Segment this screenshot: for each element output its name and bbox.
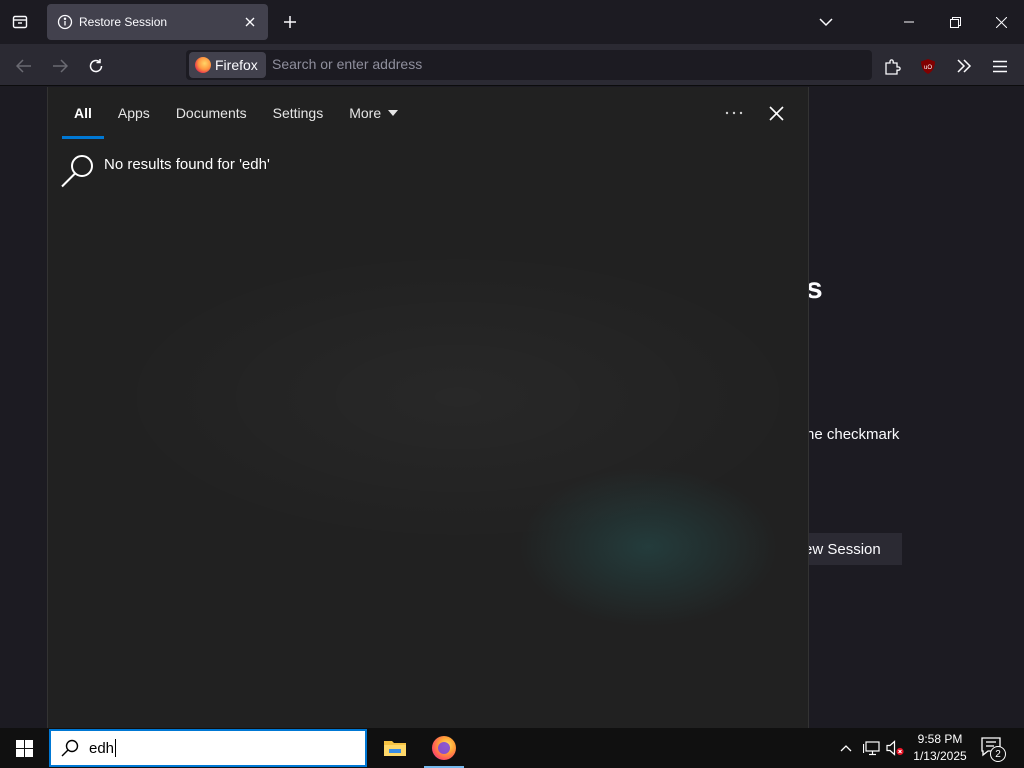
show-hidden-icons-button[interactable] — [836, 728, 856, 768]
back-button[interactable] — [10, 52, 38, 80]
close-icon — [245, 17, 255, 27]
firefox-view-button[interactable] — [8, 10, 32, 34]
page-description: he checkmark — [806, 426, 900, 443]
restore-window-icon — [949, 16, 961, 28]
folder-icon — [384, 741, 406, 756]
tab-close-button[interactable] — [238, 10, 262, 34]
list-all-tabs-button[interactable] — [814, 10, 838, 34]
tab-title: Restore Session — [79, 15, 168, 29]
more-options-button[interactable] — [720, 101, 748, 125]
restore-window-button[interactable] — [932, 0, 978, 44]
tab-settings-label: Settings — [272, 105, 324, 121]
tab-all[interactable]: All — [61, 87, 105, 139]
chevron-up-icon — [840, 745, 852, 752]
tab-documents[interactable]: Documents — [163, 87, 260, 139]
plus-icon — [284, 16, 296, 28]
network-tray-button[interactable] — [860, 728, 882, 768]
new-tab-button[interactable] — [278, 10, 302, 34]
close-icon — [768, 105, 784, 121]
identity-box[interactable]: Firefox — [189, 52, 266, 78]
taskbar: edh 9:58 PM 1/13/2025 2 — [0, 728, 1024, 768]
close-window-button[interactable] — [978, 0, 1024, 44]
firefox-logo-icon — [195, 57, 211, 73]
reload-button[interactable] — [82, 52, 110, 80]
close-search-button[interactable] — [762, 99, 790, 127]
text-cursor — [115, 739, 117, 757]
tab-restore-session[interactable]: Restore Session — [47, 4, 268, 40]
ellipsis-icon — [725, 111, 743, 115]
ublock-origin-button[interactable]: uO — [914, 52, 942, 80]
clock-date: 1/13/2025 — [913, 749, 967, 763]
minimize-icon — [904, 21, 914, 23]
arrow-right-icon — [53, 59, 68, 73]
close-icon — [995, 16, 1007, 28]
windows-logo-icon — [15, 739, 33, 757]
taskbar-search-box[interactable]: edh — [49, 729, 367, 767]
firefox-taskbar-button[interactable] — [420, 728, 468, 768]
tab-settings[interactable]: Settings — [260, 87, 337, 139]
system-clock[interactable]: 9:58 PM 1/13/2025 — [906, 731, 974, 765]
tab-apps[interactable]: Apps — [105, 87, 163, 139]
forward-button[interactable] — [46, 52, 74, 80]
tab-more-label: More — [349, 105, 382, 121]
no-results-message: No results found for 'edh' — [104, 156, 270, 173]
file-explorer-taskbar-button[interactable] — [371, 728, 419, 768]
app-menu-button[interactable] — [986, 52, 1014, 80]
tab-all-label: All — [74, 105, 92, 121]
tab-apps-label: Apps — [117, 105, 150, 121]
chevron-down-icon — [819, 18, 833, 27]
windows-search-flyout: All Apps Documents Settings More No resu… — [47, 87, 809, 728]
volume-tray-button[interactable] — [884, 728, 906, 768]
info-icon — [57, 14, 73, 30]
arrow-left-icon — [16, 59, 31, 73]
speaker-muted-icon — [886, 740, 904, 756]
overflow-menu-button[interactable] — [950, 52, 978, 80]
address-input-placeholder[interactable]: Search or enter address — [272, 56, 422, 72]
background-blur-accent — [518, 467, 778, 627]
tab-more[interactable]: More — [336, 87, 411, 139]
firefox-view-icon — [12, 15, 28, 29]
search-icon — [61, 739, 79, 757]
ublock-shield-icon: uO — [921, 58, 935, 74]
reload-icon — [89, 59, 103, 73]
double-chevron-right-icon — [957, 59, 972, 73]
search-icon — [61, 155, 93, 188]
identity-label: Firefox — [215, 57, 258, 73]
no-results-row: No results found for 'edh' — [60, 153, 270, 189]
minimize-button[interactable] — [886, 0, 932, 44]
svg-text:uO: uO — [924, 65, 932, 71]
start-button[interactable] — [0, 728, 48, 768]
tab-documents-label: Documents — [175, 105, 247, 121]
extensions-button[interactable] — [878, 52, 906, 80]
browser-tab-bar: Restore Session — [0, 0, 1024, 44]
search-query-input[interactable]: edh — [89, 740, 114, 757]
puzzle-piece-icon — [884, 58, 901, 75]
notification-count-badge: 2 — [990, 746, 1006, 762]
firefox-logo-icon — [432, 736, 456, 760]
clock-time: 9:58 PM — [917, 732, 963, 746]
network-monitor-icon — [862, 740, 880, 755]
hamburger-menu-icon — [993, 60, 1007, 72]
search-filter-tabs: All Apps Documents Settings More — [61, 87, 411, 139]
caret-down-icon — [388, 110, 399, 116]
